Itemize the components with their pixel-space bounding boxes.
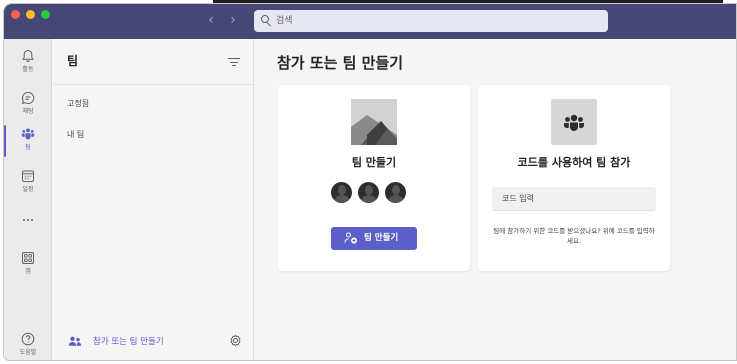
avatar — [384, 181, 407, 204]
window-controls — [11, 10, 50, 19]
search-placeholder: 검색 — [276, 16, 293, 26]
rail-label-help: 도움말 — [19, 349, 37, 356]
forward-arrow-icon[interactable]: › — [226, 12, 240, 28]
active-indicator — [4, 125, 6, 157]
rail-label-chat: 채팅 — [22, 108, 34, 115]
create-team-image — [351, 99, 397, 145]
teams-panel: 팀 고정됨 내 팀 참가 또는 팀 만들기 — [53, 39, 254, 360]
zoom-window-button[interactable] — [41, 10, 50, 19]
create-team-button-label: 팀 만들기 — [364, 233, 399, 243]
avatar — [357, 181, 380, 204]
rail-label-apps: 앱 — [25, 268, 31, 275]
team-code-placeholder: 코드 입력 — [502, 194, 534, 203]
rail-label-calendar: 일정 — [22, 186, 34, 193]
search-icon — [261, 15, 272, 27]
rail-item-chat[interactable]: 채팅 — [4, 89, 52, 123]
app-rail: 활동 채팅 팀 일정 앱 도움말 — [4, 39, 52, 360]
join-team-image — [551, 99, 597, 145]
help-icon — [21, 332, 35, 346]
main-content: 참가 또는 팀 만들기 팀 만들기 팀 만들기 코드를 사용하여 팀 참가 코드… — [255, 39, 736, 360]
calendar-icon — [22, 170, 34, 182]
create-team-button[interactable]: 팀 만들기 — [331, 227, 417, 250]
join-or-create-link[interactable]: 참가 또는 팀 만들기 — [68, 334, 248, 350]
join-or-create-label: 참가 또는 팀 만들기 — [93, 337, 164, 347]
chat-icon — [21, 91, 35, 105]
teams-icon — [21, 128, 35, 140]
rail-item-activity[interactable]: 활동 — [4, 47, 52, 81]
app-window: ‹ › 검색 활동 채팅 팀 일정 앱 도움말 팀 고정됨 내 팀 참가 또는 … — [3, 3, 737, 361]
people-add-icon — [344, 232, 357, 244]
join-team-title: 코드를 사용하여 팀 참가 — [517, 156, 631, 169]
close-window-button[interactable] — [11, 10, 20, 19]
search-input[interactable]: 검색 — [254, 10, 608, 32]
join-team-card: 코드를 사용하여 팀 참가 코드 입력 팀에 참가하기 위한 코드를 받으셨나요… — [478, 85, 670, 271]
rail-item-more[interactable] — [4, 211, 52, 245]
rail-item-calendar[interactable]: 일정 — [4, 167, 52, 201]
gear-icon[interactable] — [229, 334, 242, 347]
filter-icon[interactable] — [228, 58, 240, 66]
panel-divider — [53, 84, 254, 85]
section-my-teams[interactable]: 내 팀 — [67, 130, 84, 140]
rail-label-teams: 팀 — [25, 144, 31, 151]
avatar — [330, 181, 353, 204]
minimize-window-button[interactable] — [26, 10, 35, 19]
back-arrow-icon[interactable]: ‹ — [204, 12, 218, 28]
page-title: 참가 또는 팀 만들기 — [277, 54, 404, 72]
create-team-title: 팀 만들기 — [351, 156, 397, 169]
apps-icon — [22, 252, 34, 264]
rail-item-help[interactable]: 도움말 — [4, 330, 52, 360]
team-code-input[interactable]: 코드 입력 — [492, 187, 656, 211]
more-icon — [23, 219, 33, 221]
join-help-text: 팀에 참가하기 위한 코드를 받으셨나요? 위에 코드를 입력하세요. — [493, 227, 655, 245]
rail-item-teams[interactable]: 팀 — [4, 125, 52, 159]
create-team-card: 팀 만들기 팀 만들기 — [278, 85, 470, 271]
title-bar: ‹ › 검색 — [4, 4, 736, 39]
rail-label-activity: 활동 — [22, 66, 34, 73]
section-pinned[interactable]: 고정됨 — [67, 99, 89, 109]
rail-item-apps[interactable]: 앱 — [4, 249, 52, 283]
bell-icon — [22, 49, 34, 63]
avatar-group — [330, 181, 420, 205]
panel-title: 팀 — [67, 54, 79, 68]
people-add-icon — [68, 336, 82, 346]
